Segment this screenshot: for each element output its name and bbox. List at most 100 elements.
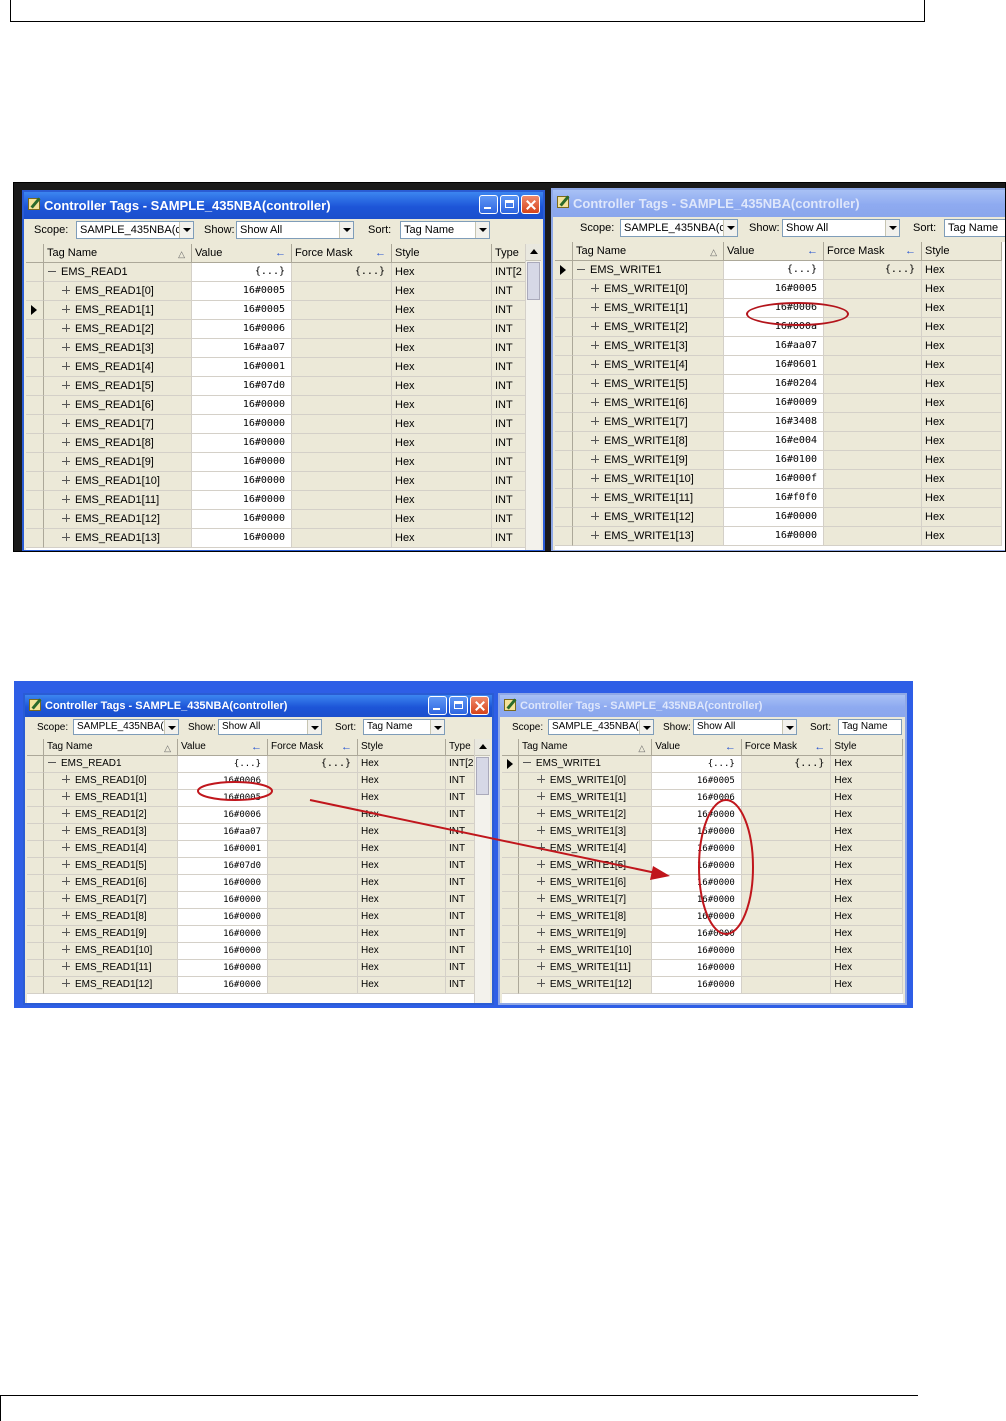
expand-icon[interactable] — [62, 911, 70, 920]
force-mask-cell[interactable] — [824, 394, 922, 413]
collapse-icon[interactable] — [577, 265, 585, 273]
tag-name-cell[interactable]: EMS_READ1[10] — [44, 472, 192, 491]
value-cell[interactable]: 16#0000 — [652, 977, 742, 994]
force-mask-cell[interactable] — [292, 415, 392, 434]
chevron-down-icon[interactable] — [164, 720, 178, 734]
sort-ascending-icon[interactable]: △ — [710, 243, 717, 260]
style-cell[interactable]: Hex — [392, 377, 492, 396]
expand-icon[interactable] — [62, 381, 70, 390]
force-mask-cell[interactable] — [741, 943, 832, 960]
scroll-thumb[interactable] — [527, 262, 540, 300]
value-cell[interactable]: 16#0000 — [192, 396, 292, 415]
style-cell[interactable]: Hex — [392, 301, 492, 320]
chevron-down-icon[interactable] — [339, 222, 353, 238]
style-cell[interactable]: Hex — [392, 415, 492, 434]
column-header-tag-name[interactable]: Tag Name △ — [573, 242, 724, 261]
column-arrow-icon[interactable]: ← — [725, 739, 736, 755]
expand-icon[interactable] — [591, 398, 599, 407]
force-mask-cell[interactable] — [824, 470, 922, 489]
expand-icon[interactable] — [62, 457, 70, 466]
expand-icon[interactable] — [62, 979, 70, 988]
style-cell[interactable]: Hex — [392, 434, 492, 453]
column-header-value[interactable]: Value ← — [192, 244, 292, 263]
tag-name-cell[interactable]: EMS_READ1[5] — [44, 858, 178, 875]
style-cell[interactable]: Hex — [831, 926, 903, 943]
value-cell[interactable]: 16#0000 — [724, 508, 824, 527]
table-row[interactable]: EMS_WRITE1[11] 16#0000 Hex — [502, 960, 903, 977]
chevron-down-icon[interactable] — [885, 220, 899, 236]
expand-icon[interactable] — [591, 455, 599, 464]
chevron-down-icon[interactable] — [475, 222, 489, 238]
value-cell[interactable]: 16#0006 — [192, 320, 292, 339]
style-cell[interactable]: Hex — [922, 356, 1002, 375]
column-header-value[interactable]: Value ← — [178, 739, 268, 756]
force-mask-cell[interactable] — [268, 875, 358, 892]
table-row[interactable]: EMS_READ1[2] 16#0006 Hex INT — [26, 320, 541, 339]
table-row[interactable]: EMS_WRITE1[4] 16#0000 Hex — [502, 841, 903, 858]
table-row[interactable]: EMS_WRITE1[5] 16#0000 Hex — [502, 858, 903, 875]
value-cell[interactable]: {...} — [724, 261, 824, 280]
table-row[interactable]: EMS_READ1[4] 16#0001 Hex INT — [27, 841, 490, 858]
table-row[interactable]: EMS_WRITE1[0] 16#0005 Hex — [502, 773, 903, 790]
scope-select[interactable]: SAMPLE_435NBA(c — [73, 719, 179, 735]
table-row[interactable]: EMS_READ1[2] 16#0006 Hex INT — [27, 807, 490, 824]
force-mask-cell[interactable] — [292, 377, 392, 396]
table-row[interactable]: EMS_READ1[12] 16#0000 Hex INT — [27, 977, 490, 994]
style-cell[interactable]: Hex — [358, 790, 446, 807]
tag-name-cell[interactable]: EMS_WRITE1[4] — [518, 841, 653, 858]
tag-name-cell[interactable]: EMS_READ1[0] — [44, 282, 192, 301]
value-cell[interactable]: 16#0000 — [652, 960, 742, 977]
force-mask-cell[interactable] — [741, 909, 832, 926]
style-cell[interactable]: Hex — [922, 375, 1002, 394]
expand-icon[interactable] — [591, 512, 599, 521]
expand-icon[interactable] — [536, 979, 545, 988]
force-mask-cell[interactable] — [824, 527, 922, 546]
value-cell[interactable]: 16#0009 — [724, 394, 824, 413]
tag-name-cell[interactable]: EMS_WRITE1[10] — [518, 943, 653, 960]
table-row[interactable]: EMS_READ1[9] 16#0000 Hex INT — [27, 926, 490, 943]
value-cell[interactable]: 16#07d0 — [192, 377, 292, 396]
tag-name-cell[interactable]: EMS_READ1[2] — [44, 807, 178, 824]
value-cell[interactable]: 16#f0f0 — [724, 489, 824, 508]
value-cell[interactable]: 16#0005 — [724, 280, 824, 299]
column-arrow-icon[interactable]: ← — [275, 244, 286, 262]
style-cell[interactable]: Hex — [922, 261, 1002, 280]
value-cell[interactable]: 16#0000 — [652, 875, 742, 892]
value-cell[interactable]: 16#0000 — [192, 434, 292, 453]
style-cell[interactable]: Hex — [358, 875, 446, 892]
expand-icon[interactable] — [536, 877, 545, 886]
collapse-icon[interactable] — [48, 267, 56, 275]
tag-name-cell[interactable]: EMS_READ1[9] — [44, 926, 178, 943]
force-mask-cell[interactable] — [268, 892, 358, 909]
force-mask-cell[interactable] — [268, 909, 358, 926]
force-mask-cell[interactable] — [268, 841, 358, 858]
tag-name-cell[interactable]: EMS_WRITE1[5] — [573, 375, 724, 394]
tag-name-cell[interactable]: EMS_WRITE1[7] — [518, 892, 653, 909]
expand-icon[interactable] — [62, 514, 70, 523]
expand-icon[interactable] — [536, 826, 545, 835]
tag-name-cell[interactable]: EMS_WRITE1[1] — [573, 299, 724, 318]
tag-name-cell[interactable]: EMS_WRITE1[8] — [518, 909, 653, 926]
value-cell[interactable]: 16#0000 — [652, 909, 742, 926]
tag-name-cell[interactable]: EMS_READ1 — [44, 263, 192, 282]
value-cell[interactable]: 16#aa07 — [178, 824, 268, 841]
force-mask-cell[interactable] — [292, 301, 392, 320]
table-row[interactable]: EMS_READ1[5] 16#07d0 Hex INT — [27, 858, 490, 875]
tag-name-cell[interactable]: EMS_READ1[1] — [44, 790, 178, 807]
sort-ascending-icon[interactable]: △ — [638, 740, 645, 755]
value-cell[interactable]: 16#0100 — [724, 451, 824, 470]
force-mask-cell[interactable] — [292, 320, 392, 339]
table-row[interactable]: EMS_READ1[3] 16#aa07 Hex INT — [26, 339, 541, 358]
style-cell[interactable]: Hex — [922, 470, 1002, 489]
expand-icon[interactable] — [536, 860, 545, 869]
tag-name-cell[interactable]: EMS_READ1[8] — [44, 909, 178, 926]
vertical-scrollbar[interactable] — [474, 739, 490, 1003]
tag-name-cell[interactable]: EMS_WRITE1[0] — [573, 280, 724, 299]
column-header-tag-name[interactable]: Tag Name △ — [44, 739, 178, 756]
force-mask-cell[interactable] — [292, 453, 392, 472]
force-mask-cell[interactable] — [824, 413, 922, 432]
table-row[interactable]: EMS_READ1[7] 16#0000 Hex INT — [26, 415, 541, 434]
table-row[interactable]: EMS_READ1[1] 16#0005 Hex INT — [27, 790, 490, 807]
force-mask-cell[interactable] — [824, 356, 922, 375]
value-cell[interactable]: 16#0006 — [178, 807, 268, 824]
